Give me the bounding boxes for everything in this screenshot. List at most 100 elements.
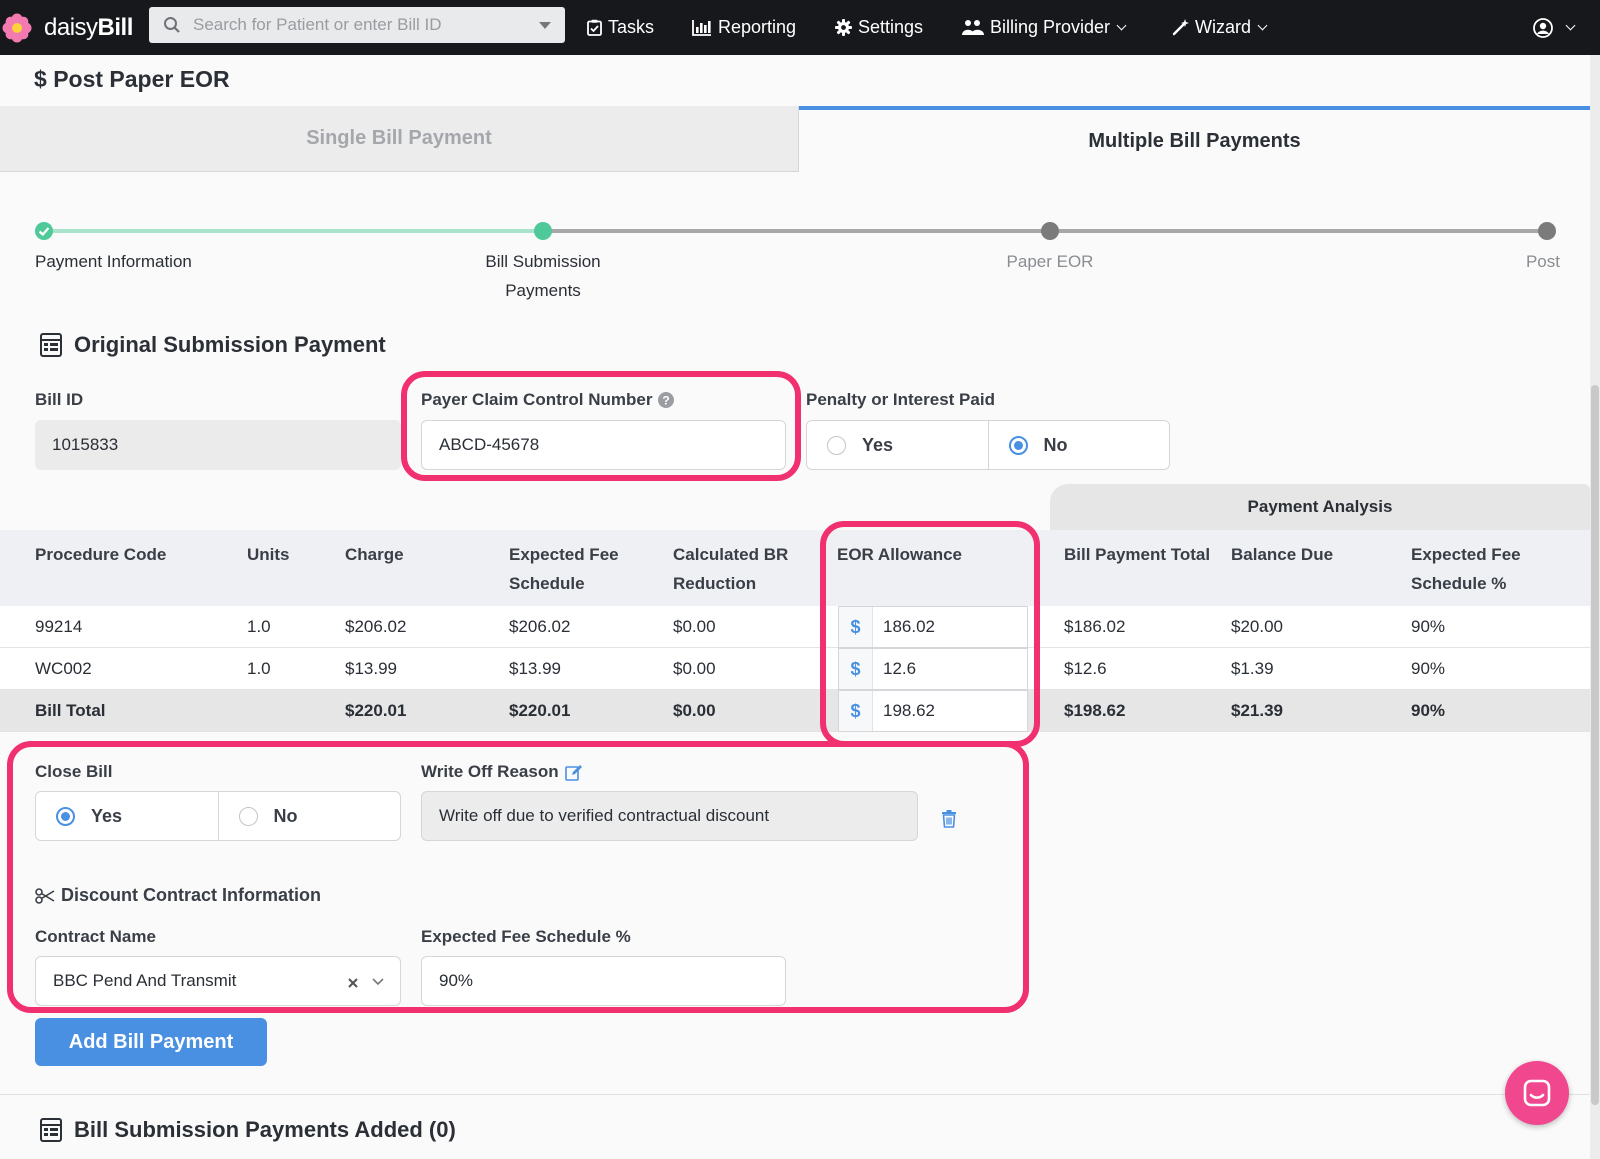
cell-total-balance-due: $21.39 bbox=[1231, 701, 1283, 720]
eor-allowance-total-input[interactable]: $198.62 bbox=[838, 690, 1028, 732]
cell-total-expected-fee-pct: 90% bbox=[1411, 701, 1446, 720]
nav-wizard-label: Wizard bbox=[1195, 17, 1252, 37]
cell-total-charge: $220.01 bbox=[345, 701, 407, 720]
pccn-label: Payer Claim Control Number ? bbox=[421, 390, 675, 410]
close-bill-label: Close Bill bbox=[35, 762, 113, 781]
chevron-down-icon bbox=[1116, 20, 1127, 30]
chevron-down-icon bbox=[1257, 20, 1268, 30]
bar-chart-icon bbox=[692, 20, 711, 36]
expected-fee-pct-input[interactable]: 90% bbox=[421, 956, 786, 1006]
penalty-yes-option[interactable]: Yes bbox=[807, 421, 988, 469]
radio-checked-icon[interactable] bbox=[1008, 435, 1028, 455]
search-icon bbox=[164, 17, 180, 33]
cell-br-reduction: $0.00 bbox=[673, 617, 716, 636]
radio-unchecked-icon[interactable] bbox=[827, 435, 846, 455]
chevron-down-icon[interactable] bbox=[372, 978, 384, 986]
write-off-reason-input[interactable]: Write off due to verified contractual di… bbox=[421, 791, 918, 841]
th-expected-fee-schedule-pct: Expected Fee Schedule % bbox=[1411, 545, 1521, 593]
help-question-icon[interactable]: ? bbox=[658, 392, 675, 408]
section-title-payments-added: Bill Submission Payments Added (0) bbox=[40, 1117, 456, 1143]
nav-settings-label: Settings bbox=[858, 17, 924, 37]
user-menu[interactable] bbox=[1533, 0, 1576, 55]
add-bill-payment-button[interactable]: Add Bill Payment bbox=[35, 1018, 267, 1066]
cell-charge: $206.02 bbox=[345, 617, 407, 636]
dollar-icon: $ bbox=[839, 607, 873, 647]
user-circle-icon bbox=[1533, 17, 1553, 38]
penalty-label: Penalty or Interest Paid bbox=[806, 390, 995, 409]
cell-expected-fee-pct: 90% bbox=[1411, 617, 1446, 636]
contract-name-select[interactable]: BBC Pend And Transmit bbox=[35, 956, 401, 1006]
step-complete-check-icon bbox=[35, 222, 53, 240]
radio-unchecked-icon[interactable] bbox=[238, 806, 258, 826]
cell-expected-fee: $206.02 bbox=[509, 617, 571, 636]
cell-total-expected-fee: $220.01 bbox=[509, 701, 571, 720]
eor-allowance-input[interactable]: $12.6 bbox=[838, 648, 1028, 690]
close-bill-yes-option[interactable]: Yes bbox=[36, 792, 218, 840]
nav-reporting[interactable]: Reporting bbox=[692, 0, 796, 55]
chat-widget-button[interactable] bbox=[1505, 1061, 1569, 1125]
step-pending-dot bbox=[1538, 222, 1556, 240]
radio-checked-icon[interactable] bbox=[56, 806, 75, 826]
contract-name-label: Contract Name bbox=[35, 927, 156, 946]
th-calculated-br-reduction: Calculated BR Reduction bbox=[673, 545, 789, 593]
search-input[interactable] bbox=[193, 15, 523, 35]
dollar-icon: $ bbox=[839, 649, 873, 689]
close-bill-radio-group: Yes No bbox=[35, 791, 401, 841]
calculator-sheet-icon bbox=[40, 1118, 62, 1142]
top-navbar: daisyBill Tasks Reporting Settings Billi… bbox=[0, 0, 1600, 55]
magic-wand-icon bbox=[1172, 19, 1189, 36]
tab-single-bill-payment[interactable]: Single Bill Payment bbox=[0, 106, 799, 172]
daisy-logo-icon bbox=[2, 13, 32, 42]
gear-icon bbox=[835, 19, 852, 36]
cell-bill-payment-total: $186.02 bbox=[1064, 617, 1126, 636]
cell-units: 1.0 bbox=[247, 659, 271, 678]
penalty-no-option[interactable]: No bbox=[987, 421, 1170, 469]
nav-settings[interactable]: Settings bbox=[835, 0, 923, 55]
table-total-row bbox=[0, 690, 1590, 732]
scrollbar[interactable] bbox=[1590, 55, 1600, 1159]
dollar-icon: $ bbox=[839, 691, 873, 731]
tab-multiple-bill-payments[interactable]: Multiple Bill Payments bbox=[799, 106, 1590, 172]
cell-total-label: Bill Total bbox=[35, 701, 106, 720]
th-balance-due: Balance Due bbox=[1231, 545, 1334, 564]
scrollbar-thumb[interactable] bbox=[1591, 385, 1599, 1105]
penalty-radio-group: Yes No bbox=[806, 420, 1170, 470]
cell-charge: $13.99 bbox=[345, 659, 397, 678]
step-label: Payment Information bbox=[35, 252, 192, 271]
pccn-input[interactable]: ABCD-45678 bbox=[421, 420, 786, 470]
clear-x-icon[interactable] bbox=[348, 978, 358, 988]
eor-allowance-input[interactable]: $186.02 bbox=[838, 606, 1028, 648]
th-bill-payment-total: Bill Payment Total bbox=[1064, 545, 1211, 564]
section-title-original-submission: Original Submission Payment bbox=[40, 332, 386, 358]
th-expected-fee-schedule: Expected Fee Schedule bbox=[509, 545, 619, 593]
search-box[interactable] bbox=[149, 7, 565, 43]
cell-total-br-reduction: $0.00 bbox=[673, 701, 716, 720]
cell-expected-fee: $13.99 bbox=[509, 659, 561, 678]
nav-billing-provider-label: Billing Provider bbox=[990, 17, 1111, 37]
chevron-down-icon[interactable] bbox=[539, 22, 551, 29]
nav-tasks-label: Tasks bbox=[608, 17, 655, 37]
nav-wizard[interactable]: Wizard bbox=[1172, 0, 1268, 55]
nav-tasks[interactable]: Tasks bbox=[587, 0, 654, 55]
trash-icon[interactable] bbox=[941, 810, 957, 828]
cell-br-reduction: $0.00 bbox=[673, 659, 716, 678]
payment-analysis-header: Payment Analysis bbox=[1050, 484, 1590, 530]
table-row bbox=[0, 606, 1590, 648]
cell-balance-due: $1.39 bbox=[1231, 659, 1274, 678]
nav-billing-provider[interactable]: Billing Provider bbox=[962, 0, 1127, 55]
expected-fee-pct-label: Expected Fee Schedule % bbox=[421, 927, 631, 946]
th-procedure-code: Procedure Code bbox=[35, 545, 167, 564]
step-label: Paper EOR bbox=[1006, 252, 1094, 271]
app-logo[interactable]: daisyBill bbox=[2, 13, 148, 43]
scissors-icon bbox=[35, 887, 55, 904]
close-bill-no-option[interactable]: No bbox=[217, 792, 401, 840]
chat-icon bbox=[1523, 1079, 1551, 1107]
cell-procedure-code: 99214 bbox=[35, 617, 83, 636]
cell-bill-payment-total: $12.6 bbox=[1064, 659, 1107, 678]
users-icon bbox=[962, 20, 984, 35]
th-units: Units bbox=[247, 545, 290, 564]
bill-id-value: 1015833 bbox=[35, 420, 401, 470]
edit-icon[interactable] bbox=[564, 764, 583, 781]
cell-expected-fee-pct: 90% bbox=[1411, 659, 1446, 678]
write-off-label: Write Off Reason bbox=[421, 762, 583, 782]
